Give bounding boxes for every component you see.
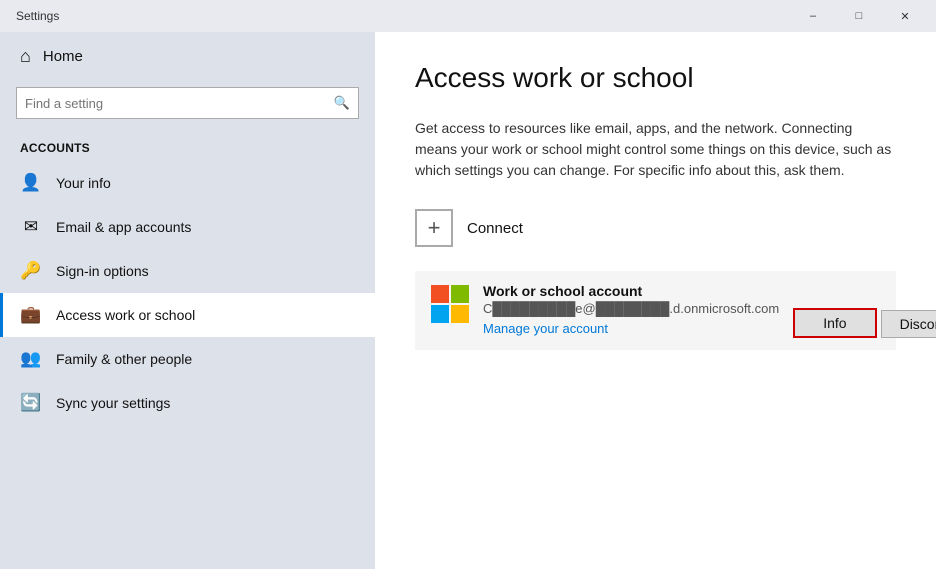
home-icon: ⌂ bbox=[20, 46, 31, 67]
ms-logo-green bbox=[451, 285, 469, 303]
connect-label: Connect bbox=[467, 220, 523, 237]
sidebar-item-label-sign-in: Sign-in options bbox=[56, 263, 149, 279]
main-content: ⌂ Home 🔍 Accounts 👤 Your info ✉ Email & app… bbox=[0, 32, 936, 569]
sidebar-item-work-school[interactable]: 💼 Access work or school bbox=[0, 293, 375, 337]
right-panel: Access work or school Get access to reso… bbox=[375, 32, 936, 569]
account-row: Work or school account C█████████e@█████… bbox=[415, 271, 896, 350]
sidebar-item-label-sync: Sync your settings bbox=[56, 395, 170, 411]
connect-row[interactable]: + Connect bbox=[415, 209, 896, 247]
info-button[interactable]: Info bbox=[793, 308, 876, 338]
sidebar-item-home[interactable]: ⌂ Home bbox=[0, 32, 375, 81]
sidebar-item-label-your-info: Your info bbox=[56, 175, 111, 191]
microsoft-logo bbox=[431, 285, 469, 323]
search-box[interactable]: 🔍 bbox=[16, 87, 359, 119]
family-icon: 👥 bbox=[20, 349, 42, 369]
sidebar-item-label-email-accounts: Email & app accounts bbox=[56, 219, 191, 235]
your-info-icon: 👤 bbox=[20, 173, 42, 193]
email-accounts-icon: ✉ bbox=[20, 217, 42, 237]
maximize-button[interactable]: □ bbox=[836, 0, 882, 32]
title-bar: Settings – □ ✕ bbox=[0, 0, 936, 32]
nav-items-list: 👤 Your info ✉ Email & app accounts 🔑 Sign-in … bbox=[0, 161, 375, 425]
work-school-icon: 💼 bbox=[20, 305, 42, 325]
ms-logo-blue bbox=[431, 305, 449, 323]
account-actions: Info Disconnect bbox=[793, 308, 936, 338]
accounts-section-label: Accounts bbox=[0, 133, 375, 161]
sync-icon: 🔄 bbox=[20, 393, 42, 413]
description-text: Get access to resources like email, apps… bbox=[415, 118, 895, 181]
account-type-label: Work or school account bbox=[483, 283, 779, 299]
sidebar-item-sign-in[interactable]: 🔑 Sign-in options bbox=[0, 249, 375, 293]
title-bar-controls: – □ ✕ bbox=[790, 0, 928, 32]
sidebar-item-label-work-school: Access work or school bbox=[56, 307, 195, 323]
ms-logo-red bbox=[431, 285, 449, 303]
manage-account-link[interactable]: Manage your account bbox=[483, 321, 608, 336]
account-email: C█████████e@████████.d.onmicrosoft.com bbox=[483, 301, 779, 316]
sign-in-icon: 🔑 bbox=[20, 261, 42, 281]
page-title: Access work or school bbox=[415, 62, 896, 94]
disconnect-button[interactable]: Disconnect bbox=[881, 310, 936, 338]
sidebar-item-your-info[interactable]: 👤 Your info bbox=[0, 161, 375, 205]
minimize-button[interactable]: – bbox=[790, 0, 836, 32]
close-button[interactable]: ✕ bbox=[882, 0, 928, 32]
sidebar-item-email-accounts[interactable]: ✉ Email & app accounts bbox=[0, 205, 375, 249]
connect-plus-icon: + bbox=[415, 209, 453, 247]
search-icon: 🔍 bbox=[334, 95, 350, 111]
search-input[interactable] bbox=[25, 96, 334, 111]
sidebar-item-sync[interactable]: 🔄 Sync your settings bbox=[0, 381, 375, 425]
sidebar: ⌂ Home 🔍 Accounts 👤 Your info ✉ Email & app… bbox=[0, 32, 375, 569]
sidebar-home-label: Home bbox=[43, 48, 83, 65]
sidebar-item-family[interactable]: 👥 Family & other people bbox=[0, 337, 375, 381]
sidebar-item-label-family: Family & other people bbox=[56, 351, 192, 367]
title-bar-left: Settings bbox=[8, 9, 59, 23]
title-bar-title: Settings bbox=[16, 9, 59, 23]
account-info: Work or school account C█████████e@█████… bbox=[483, 283, 779, 338]
ms-logo-yellow bbox=[451, 305, 469, 323]
